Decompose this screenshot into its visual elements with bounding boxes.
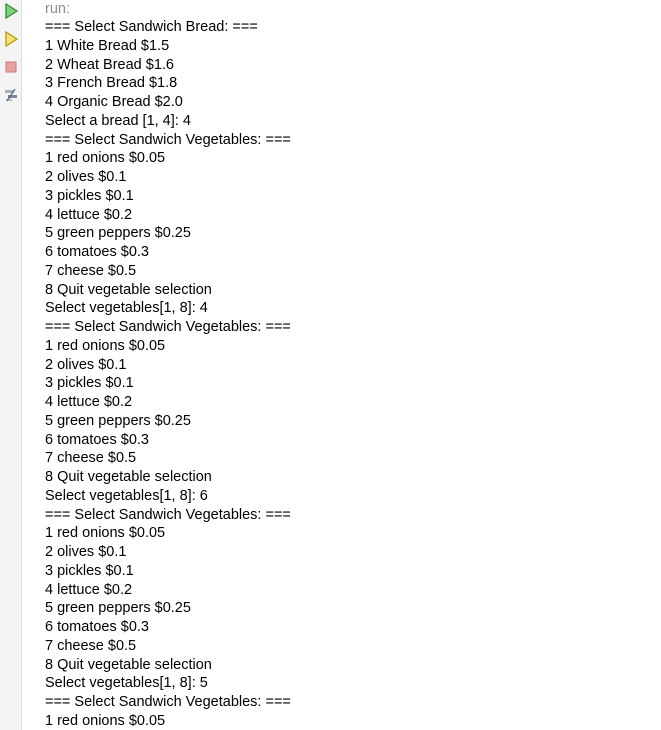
rerun-with-options-icon	[5, 31, 18, 47]
output-line: 1 red onions $0.05	[45, 337, 166, 354]
output-line: 4 lettuce $0.2	[45, 581, 133, 598]
rerun-icon	[5, 3, 18, 19]
output-line: 3 French Bread $1.8	[45, 75, 178, 92]
output-line: 3 pickles $0.1	[45, 375, 134, 392]
output-line: Select vegetables[1, 8]: 5	[45, 675, 208, 692]
output-line: Select a bread [1, 4]: 4	[45, 112, 191, 129]
output-line: === Select Sandwich Vegetables: ===	[45, 131, 291, 148]
output-line: 4 lettuce $0.2	[45, 394, 133, 410]
rerun-with-options-button[interactable]	[2, 30, 20, 48]
rerun-button[interactable]	[2, 2, 20, 20]
output-line: 8 Quit vegetable selection	[45, 656, 212, 673]
output-lines: === Select Sandwich Bread: === 1 White Br…	[45, 18, 661, 730]
output-line: 4 Organic Bread $2.0	[45, 94, 183, 110]
output-toolbar	[0, 0, 22, 730]
output-line: 2 olives $0.1	[45, 169, 127, 185]
output-line: 1 red onions $0.05	[45, 150, 166, 167]
output-line: Select vegetables[1, 8]: 4	[45, 300, 208, 317]
output-line: 5 green peppers $0.25	[45, 225, 191, 242]
output-line: 7 cheese $0.5	[45, 637, 137, 654]
output-line: 5 green peppers $0.25	[45, 412, 191, 429]
output-line: === Select Sandwich Vegetables: ===	[45, 694, 291, 710]
output-line: 7 cheese $0.5	[45, 262, 137, 279]
output-line: 6 tomatoes $0.3	[45, 431, 149, 448]
output-line: === Select Sandwich Vegetables: ===	[45, 506, 291, 523]
output-line: 5 green peppers $0.25	[45, 600, 191, 617]
console-output[interactable]: run: === Select Sandwich Bread: === 1 Whi…	[45, 0, 661, 730]
output-line: 6 tomatoes $0.3	[45, 244, 149, 260]
output-line: 3 pickles $0.1	[45, 562, 134, 579]
output-line: 2 olives $0.1	[45, 356, 127, 373]
output-line: 8 Quit vegetable selection	[45, 469, 212, 485]
run-header: run:	[45, 1, 70, 17]
stop-button[interactable]	[2, 58, 20, 76]
output-line: 8 Quit vegetable selection	[45, 281, 212, 298]
stop-icon	[5, 61, 17, 73]
settings-button[interactable]	[2, 86, 20, 104]
output-line: Select vegetables[1, 8]: 6	[45, 487, 208, 504]
output-line: 4 lettuce $0.2	[45, 206, 133, 223]
output-line: 1 White Bread $1.5	[45, 37, 170, 54]
output-line: 3 pickles $0.1	[45, 187, 134, 204]
output-line: === Select Sandwich Bread: ===	[45, 19, 258, 35]
output-line: 2 Wheat Bread $1.6	[45, 56, 174, 73]
output-line: 1 red onions $0.05	[45, 712, 166, 729]
settings-icon	[5, 88, 17, 102]
output-line: 7 cheese $0.5	[45, 450, 137, 467]
output-line: 6 tomatoes $0.3	[45, 619, 149, 635]
output-line: === Select Sandwich Vegetables: ===	[45, 319, 291, 335]
output-line: 2 olives $0.1	[45, 544, 127, 560]
output-line: 1 red onions $0.05	[45, 525, 166, 542]
output-window: run: === Select Sandwich Bread: === 1 Whi…	[0, 0, 661, 730]
